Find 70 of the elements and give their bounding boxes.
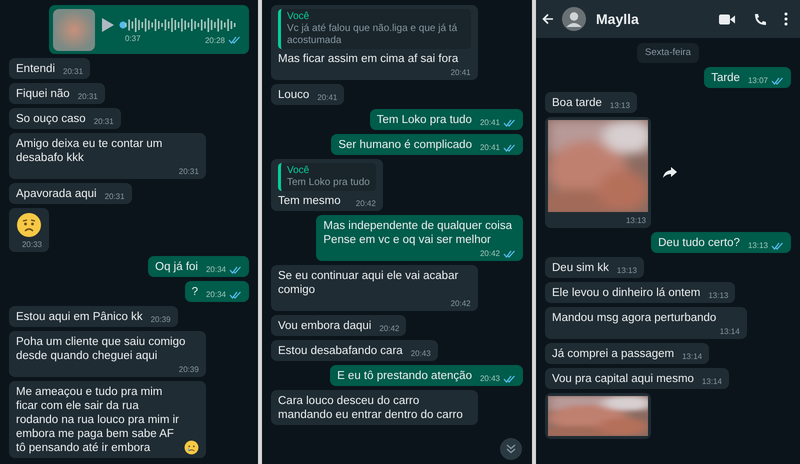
message-text: Oq já foi [155, 260, 198, 274]
message-text: Fiquei não [16, 87, 70, 101]
message-text: Me ameaçou e tudo pra mim ficar com ele sair da rua rodando na rua louco pra mim ir embora me paga bem sabe AF tô pensando até ir embora [16, 385, 180, 455]
quote-author: Você [287, 11, 310, 23]
message-time: 20:31 [178, 167, 199, 176]
message-time: 20:31 [78, 92, 98, 101]
message-text: Estou desabafando cara [278, 344, 403, 358]
quote-author: Você [287, 165, 310, 177]
message-time: 13:13 [626, 216, 646, 225]
message-time: 20:34 [206, 265, 226, 274]
message-time: 20:42 [450, 299, 471, 308]
message-text: Mas independente de qualquer coisa Pense em vc e oq vai ser melhor [323, 219, 512, 247]
message-text: Vou embora daqui [278, 319, 372, 333]
message-text: Tarde [711, 71, 740, 85]
message-time: 20:39 [150, 315, 171, 324]
message-text: Ser humano é complicado [338, 138, 472, 152]
quote-text: Tem Loko pra tudo [287, 177, 370, 189]
message-text: Mas ficar assim em cima af sai fora [278, 52, 458, 66]
message-text: Deu tudo certo? [658, 236, 740, 250]
message-time: 13:13 [610, 101, 630, 110]
message-time: 20:41 [317, 93, 338, 102]
message-text: Se eu continuar aqui ele vai acabar comigo [278, 269, 460, 297]
contact-name[interactable]: Maylla [596, 12, 639, 26]
image-message[interactable]: 13:13 [545, 117, 651, 228]
message-text: Vou pra capital aqui mesmo [552, 372, 694, 386]
message-text: So ouço caso [16, 112, 86, 126]
message-time: 13:14 [682, 352, 702, 361]
message-text: Tem Loko pra tudo [376, 113, 472, 127]
message-time: 20:39 [178, 365, 199, 374]
message-time: 20:31 [94, 117, 114, 126]
message-time: 20:43 [480, 374, 500, 383]
message-text: Já comprei a passagem [552, 347, 674, 361]
message-text: Poha um cliente que saiu comigo desde quando cheguei aqui [16, 335, 186, 363]
message-time: 20:41 [480, 143, 500, 152]
message-time: 20:42 [379, 324, 400, 333]
message-text: Cara louco desceu do carro mandando eu entrar dentro do carro [278, 394, 464, 422]
message-text: Mandou msg agora perturbando [552, 311, 716, 325]
message-time: 20:41 [480, 118, 500, 127]
message-time: 20:33 [22, 240, 42, 249]
message-text: Deu sim kk [552, 261, 609, 275]
message-time: 20:42 [480, 249, 500, 258]
message-text: Estou aqui em Pânico kk [16, 310, 143, 324]
message-text: ? [192, 285, 198, 299]
message-time: 20:31 [63, 67, 84, 76]
message-time: 13:07 [748, 76, 768, 85]
message-time: 13:14 [702, 377, 722, 386]
message-time: 20:34 [206, 290, 226, 299]
message-time: 20:42 [356, 199, 376, 208]
message-time: 13:13 [748, 241, 768, 250]
message-text: Ele levou o dinheiro lá ontem [552, 286, 700, 300]
audio-duration: 0:37 [125, 34, 141, 44]
quoted-message[interactable]: Você Tem Loko pra tudo [278, 163, 376, 191]
message-time: 20:31 [104, 192, 125, 201]
message-text: Boa tarde [552, 96, 602, 110]
message-text: Louco [278, 88, 310, 102]
message-time: 13:13 [708, 291, 728, 300]
message-time: 20:41 [450, 68, 471, 77]
message-time: 13:14 [720, 327, 740, 336]
quoted-message[interactable]: Você Vc já até falou que não.liga e que já tá acostumada [278, 9, 471, 49]
message-time: 13:13 [616, 266, 637, 275]
message-text: Entendi [16, 62, 56, 76]
voice-message[interactable]: 0:37 20:28 [49, 5, 249, 54]
date-chip: Sexta-feira [637, 43, 699, 63]
message-text: E eu tô prestando atenção [337, 369, 472, 383]
message-time: 20:43 [410, 349, 431, 358]
message-text: Apavorada aqui [16, 187, 97, 201]
message-text: Tem mesmo [278, 194, 341, 208]
quote-text: Vc já até falou que não.liga e que já tá acostumada [287, 23, 458, 47]
message-text: Amigo deixa eu te contar um desabafo kkk [16, 137, 164, 165]
message-time: 20:28 [204, 36, 225, 44]
